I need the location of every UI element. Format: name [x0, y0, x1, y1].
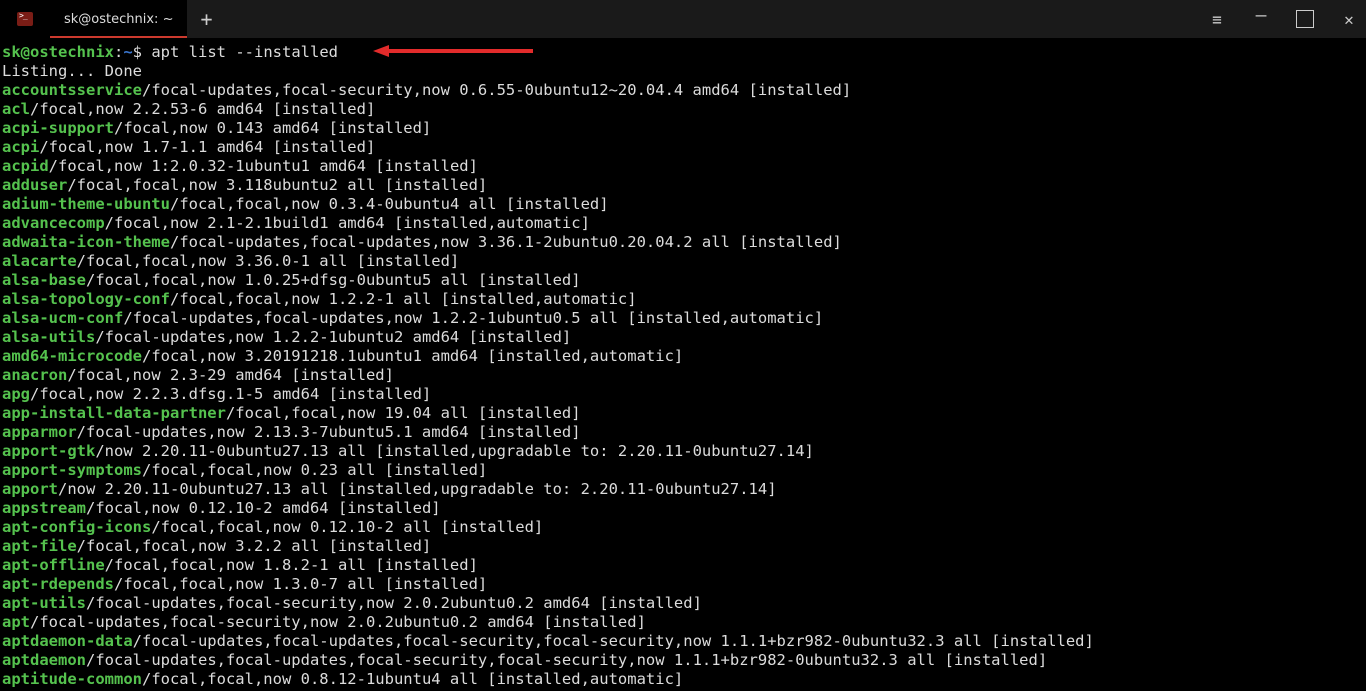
package-rest: /now 2.20.11-0ubuntu27.13 all [installed…	[95, 442, 814, 460]
package-name: apt-rdepends	[2, 575, 114, 593]
terminal-output[interactable]: sk@ostechnix:~$ apt list --installed Lis…	[0, 38, 1366, 691]
prompt-cwd: ~	[123, 43, 132, 61]
titlebar: sk@ostechnix: ~ + ≡ — ✕	[0, 0, 1366, 38]
package-rest: /focal,focal,now 1.8.2-1 all [installed]	[105, 556, 478, 574]
package-rest: /focal-updates,focal-security,now 2.0.2u…	[86, 594, 702, 612]
tab-label: sk@ostechnix: ~	[64, 12, 173, 27]
package-rest: /focal,focal,now 3.36.0-1 all [installed…	[77, 252, 460, 270]
package-name: apg	[2, 385, 30, 403]
prompt-user-host: sk@ostechnix	[2, 43, 114, 61]
package-rest: /focal,focal,now 1.2.2-1 all [installed,…	[170, 290, 637, 308]
package-rest: /focal-updates,focal-updates,focal-secur…	[86, 651, 1047, 669]
plus-icon: +	[200, 7, 212, 31]
annotation-arrow	[373, 44, 533, 58]
close-button[interactable]: ✕	[1340, 10, 1358, 28]
package-rest: /focal,now 0.143 amd64 [installed]	[114, 119, 431, 137]
window-controls: ≡ — ✕	[1208, 0, 1358, 38]
package-name: alsa-ucm-conf	[2, 309, 123, 327]
package-rest: /focal,now 1:2.0.32-1ubuntu1 amd64 [inst…	[49, 157, 478, 175]
package-name: apport-gtk	[2, 442, 95, 460]
package-name: aptdaemon-data	[2, 632, 133, 650]
maximize-button[interactable]	[1296, 10, 1314, 28]
tab-current[interactable]: sk@ostechnix: ~	[50, 0, 187, 38]
package-name: acpid	[2, 157, 49, 175]
package-rest: /focal-updates,now 2.13.3-7ubuntu5.1 amd…	[77, 423, 581, 441]
new-tab-button[interactable]: +	[187, 0, 225, 38]
package-name: adduser	[2, 176, 67, 194]
command-text: apt list --installed	[151, 43, 338, 61]
package-rest: /focal-updates,focal-updates,now 3.36.1-…	[170, 233, 842, 251]
package-rest: /focal,focal,now 3.2.2 all [installed]	[77, 537, 432, 555]
package-name: amd64-microcode	[2, 347, 142, 365]
package-name: apt	[2, 613, 30, 631]
package-name: apparmor	[2, 423, 77, 441]
package-rest: /focal,now 0.12.10-2 amd64 [installed]	[86, 499, 441, 517]
package-rest: /focal-updates,focal-updates,focal-secur…	[133, 632, 1094, 650]
package-rest: /focal-updates,focal-updates,now 1.2.2-1…	[123, 309, 823, 327]
package-rest: /focal-updates,now 1.2.2-1ubuntu2 amd64 …	[95, 328, 571, 346]
package-name: acpi-support	[2, 119, 114, 137]
package-rest: /focal,now 2.3-29 amd64 [installed]	[67, 366, 394, 384]
package-name: apport	[2, 480, 58, 498]
package-rest: /focal,focal,now 1.0.25+dfsg-0ubuntu5 al…	[86, 271, 581, 289]
package-name: accountsservice	[2, 81, 142, 99]
hamburger-menu-button[interactable]: ≡	[1208, 10, 1226, 28]
package-name: alsa-topology-conf	[2, 290, 170, 308]
package-name: apt-offline	[2, 556, 105, 574]
package-rest: /focal,now 2.2.3.dfsg.1-5 amd64 [install…	[30, 385, 431, 403]
package-name: anacron	[2, 366, 67, 384]
package-rest: /focal-updates,focal-security,now 2.0.2u…	[30, 613, 646, 631]
package-name: acl	[2, 100, 30, 118]
package-name: alacarte	[2, 252, 77, 270]
listing-header: Listing... Done	[2, 62, 142, 80]
package-name: alsa-utils	[2, 328, 95, 346]
package-rest: /focal,now 2.2.53-6 amd64 [installed]	[30, 100, 375, 118]
package-rest: /now 2.20.11-0ubuntu27.13 all [installed…	[58, 480, 777, 498]
package-rest: /focal,focal,now 0.23 all [installed]	[142, 461, 487, 479]
package-name: acpi	[2, 138, 39, 156]
package-name: apport-symptoms	[2, 461, 142, 479]
package-name: apt-config-icons	[2, 518, 151, 536]
package-rest: /focal-updates,focal-security,now 0.6.55…	[142, 81, 851, 99]
package-name: aptitude-common	[2, 670, 142, 688]
package-rest: /focal,focal,now 3.118ubuntu2 all [insta…	[67, 176, 487, 194]
package-name: appstream	[2, 499, 86, 517]
package-name: apt-file	[2, 537, 77, 555]
package-rest: /focal,focal,now 1.3.0-7 all [installed]	[114, 575, 487, 593]
tab-app-icon[interactable]	[0, 0, 50, 38]
package-rest: /focal,now 2.1-2.1build1 amd64 [installe…	[105, 214, 590, 232]
package-name: app-install-data-partner	[2, 404, 226, 422]
package-rest: /focal,focal,now 0.12.10-2 all [installe…	[151, 518, 543, 536]
package-name: adium-theme-ubuntu	[2, 195, 170, 213]
maximize-icon	[1296, 10, 1314, 28]
package-rest: /focal,now 3.20191218.1ubuntu1 amd64 [in…	[142, 347, 683, 365]
package-name: alsa-base	[2, 271, 86, 289]
prompt-colon: :	[114, 43, 123, 61]
package-name: apt-utils	[2, 594, 86, 612]
minimize-button[interactable]: —	[1252, 6, 1270, 24]
package-name: advancecomp	[2, 214, 105, 232]
prompt-dollar: $	[133, 43, 152, 61]
terminal-icon	[17, 12, 33, 26]
package-rest: /focal,focal,now 19.04 all [installed]	[226, 404, 581, 422]
package-rest: /focal,focal,now 0.3.4-0ubuntu4 all [ins…	[170, 195, 609, 213]
package-name: adwaita-icon-theme	[2, 233, 170, 251]
package-name: aptdaemon	[2, 651, 86, 669]
package-rest: /focal,now 1.7-1.1 amd64 [installed]	[39, 138, 375, 156]
package-rest: /focal,focal,now 0.8.12-1ubuntu4 all [in…	[142, 670, 683, 688]
